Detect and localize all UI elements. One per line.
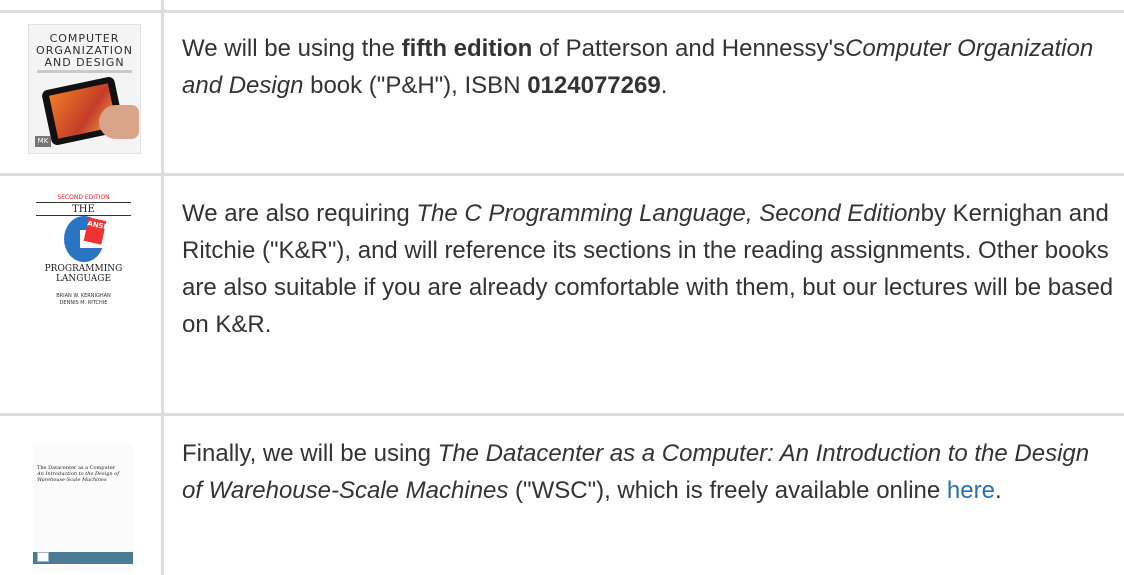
description-text: 0124077269: [527, 72, 661, 99]
row-description: We are also requiring The C Programming …: [182, 195, 1114, 343]
description-text: The C Programming Language, Second Editi…: [416, 200, 921, 227]
cover-authors: BRIAN W. KERNIGHAN DENNIS M. RITCHIE: [31, 293, 136, 307]
cover-author: DENNIS M. RITCHIE: [59, 300, 108, 306]
here-link[interactable]: here: [947, 477, 995, 504]
textbook-table: COMPUTER ORGANIZATION AND DESIGN MK We w…: [0, 0, 1124, 575]
cover-title-line: AND DESIGN: [44, 56, 125, 69]
description-text: ("WSC"), which is freely available onlin…: [508, 477, 947, 504]
cover-the: THE: [72, 204, 95, 215]
description-text: .: [994, 477, 1002, 504]
description-text: .: [660, 72, 668, 99]
description-text: of Patterson and Hennessy's: [532, 35, 846, 62]
description-text: Finally, we will be using: [182, 440, 438, 467]
description-text: We will be using the: [182, 35, 402, 62]
publisher-logo: [37, 552, 49, 562]
cover-author: BRIAN W. KERNIGHAN: [56, 293, 111, 299]
row-description: We will be using the fifth edition of Pa…: [182, 30, 1114, 104]
description-text: book ("P&H"), ISBN: [303, 72, 528, 99]
book-cover-datacenter-as-a-computer: The Datacenter as a Computer An Introduc…: [33, 443, 133, 572]
description-text: fifth edition: [401, 35, 533, 62]
cover-subtitle-bar: [37, 70, 132, 73]
book-cover-c-programming-language: SECOND EDITION THE ANSI PROGRAMMING LANG…: [31, 193, 136, 322]
cover-rule: [36, 202, 131, 203]
cover-title-line: PROGRAMMING: [44, 264, 123, 274]
hand-image: [99, 105, 139, 139]
row-description: Finally, we will be using The Datacenter…: [182, 435, 1114, 509]
book-cover-computer-organization: COMPUTER ORGANIZATION AND DESIGN MK: [28, 24, 141, 154]
cover-title: PROGRAMMING LANGUAGE: [31, 264, 136, 284]
cover-title-line: LANGUAGE: [55, 274, 112, 284]
description-text: We are also requiring: [182, 200, 417, 227]
cover-title: The Datacenter as a Computer An Introduc…: [37, 465, 129, 483]
publisher-mark: MK: [35, 136, 51, 147]
cover-subtitle: An Introduction to the Design of Warehou…: [37, 471, 120, 483]
cover-edition: SECOND EDITION: [57, 194, 110, 201]
